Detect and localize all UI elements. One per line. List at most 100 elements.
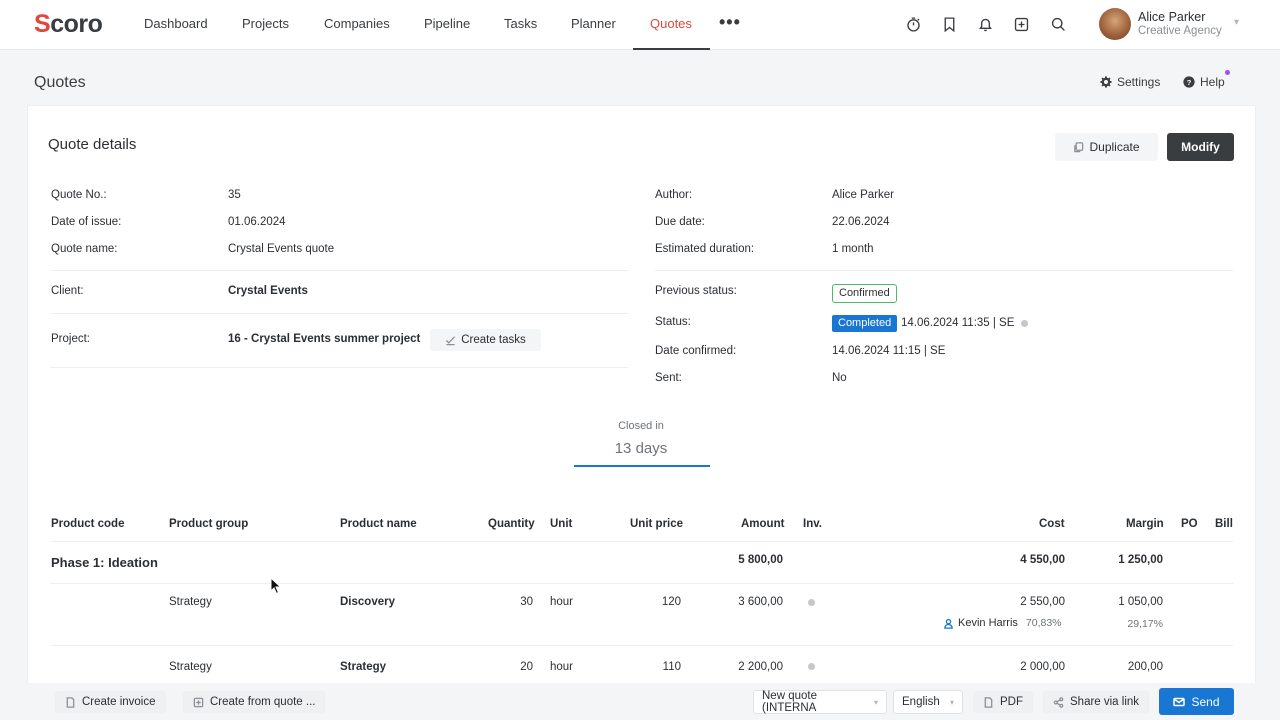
- duplicate-button[interactable]: Duplicate: [1055, 133, 1158, 161]
- nav-planner[interactable]: Planner: [571, 16, 616, 31]
- client-link[interactable]: Crystal Events: [228, 285, 308, 297]
- divider: [51, 367, 628, 368]
- bookmark-icon[interactable]: [939, 14, 959, 34]
- settings-link[interactable]: Settings: [1100, 75, 1160, 89]
- share-label: Share via link: [1070, 696, 1140, 708]
- due-date-label: Due date:: [655, 216, 705, 228]
- nav-quotes[interactable]: Quotes: [650, 16, 692, 31]
- quote-no-label: Quote No.:: [51, 189, 107, 201]
- template-select[interactable]: New quote (INTERNA ▾: [753, 690, 887, 714]
- previous-status-label: Previous status:: [655, 285, 737, 297]
- card-title: Quote details: [48, 136, 137, 153]
- row-cost: 2 000,00: [1020, 661, 1065, 673]
- col-bill: Bill: [1215, 518, 1233, 530]
- phase-amount: 5 800,00: [738, 554, 783, 566]
- timer-icon[interactable]: [903, 14, 923, 34]
- client-label: Client:: [51, 285, 84, 297]
- tasks-icon: [446, 335, 456, 345]
- invoice-icon: [66, 696, 75, 708]
- row-quantity: 20: [520, 661, 533, 673]
- share-icon: [1053, 696, 1064, 708]
- create-invoice-button[interactable]: Create invoice: [55, 691, 166, 713]
- phase-cost: 4 550,00: [1020, 554, 1065, 566]
- copy-icon: [1074, 141, 1084, 152]
- language-value: English: [902, 696, 940, 708]
- divider: [51, 270, 628, 271]
- quote-name-value: Crystal Events quote: [228, 243, 335, 255]
- status-meta: 14.06.2024 11:35 | SE: [901, 317, 1015, 329]
- nav-dashboard[interactable]: Dashboard: [144, 16, 208, 31]
- margin-percent: 29,17%: [1127, 618, 1163, 630]
- divider: [51, 313, 628, 314]
- row-unit: hour: [550, 596, 574, 608]
- status-info-dot[interactable]: [1021, 320, 1028, 327]
- top-navigation: Scoro Dashboard Projects Companies Pipel…: [0, 0, 1280, 50]
- avatar[interactable]: [1099, 8, 1131, 40]
- chevron-down-icon: ▾: [949, 697, 954, 707]
- template-value: New quote (INTERNA: [762, 690, 817, 714]
- closed-in-label: Closed in: [618, 420, 664, 432]
- chevron-down-icon[interactable]: ▾: [1234, 17, 1239, 28]
- col-po: PO: [1181, 518, 1198, 530]
- row-unit-price: 120: [661, 596, 681, 608]
- duration-value: 1 month: [832, 243, 874, 255]
- duration-label: Estimated duration:: [655, 243, 755, 255]
- row-product-group: Strategy: [169, 661, 212, 673]
- author-value: Alice Parker: [832, 189, 894, 201]
- row-unit-price: 110: [662, 661, 681, 673]
- row-margin: 200,00: [1127, 661, 1163, 673]
- row-product-group: Strategy: [169, 596, 212, 608]
- modify-button[interactable]: Modify: [1167, 133, 1234, 161]
- create-tasks-button[interactable]: Create tasks: [430, 329, 541, 351]
- sent-value: No: [832, 372, 847, 384]
- row-invoiced-indicator: [808, 599, 815, 606]
- duplicate-label: Duplicate: [1089, 140, 1140, 154]
- add-icon[interactable]: [1011, 14, 1031, 34]
- language-select[interactable]: English ▾: [893, 690, 963, 714]
- quote-no-value: 35: [228, 189, 241, 201]
- col-unit-price: Unit price: [630, 518, 684, 530]
- col-product-name: Product name: [340, 518, 417, 530]
- issue-date-label: Date of issue:: [51, 216, 122, 228]
- row-invoiced-indicator: [808, 663, 815, 670]
- create-from-quote-button[interactable]: Create from quote ...: [183, 691, 326, 713]
- row-product-name: Strategy: [340, 661, 387, 673]
- send-button[interactable]: Send: [1159, 688, 1234, 715]
- col-cost: Cost: [1039, 518, 1065, 530]
- settings-label: Settings: [1117, 75, 1161, 89]
- add-icon: [193, 697, 204, 707]
- col-product-group: Product group: [169, 518, 249, 530]
- closed-in-value: 13 days: [614, 440, 668, 457]
- pdf-icon: [984, 696, 993, 708]
- closed-in-bar: [574, 465, 710, 467]
- divider: [655, 270, 1233, 271]
- author-label: Author:: [655, 189, 693, 201]
- user-name[interactable]: Alice Parker: [1138, 10, 1205, 24]
- nav-projects[interactable]: Projects: [242, 16, 289, 31]
- status-badge[interactable]: Completed: [832, 315, 898, 332]
- nav-active-indicator: [633, 48, 710, 50]
- table-header-divider: [51, 541, 1233, 542]
- notification-dot: [1225, 70, 1230, 75]
- bell-icon[interactable]: [975, 14, 995, 34]
- gear-icon: [1100, 76, 1112, 88]
- help-link[interactable]: ? Help: [1183, 75, 1225, 89]
- search-icon[interactable]: [1048, 14, 1068, 34]
- col-margin: Margin: [1126, 518, 1164, 530]
- previous-status-badge: Confirmed: [832, 284, 897, 303]
- nav-tasks[interactable]: Tasks: [504, 16, 537, 31]
- project-link[interactable]: 16 - Crystal Events summer project: [228, 333, 420, 345]
- user-icon: [944, 618, 953, 629]
- col-inv: Inv.: [803, 518, 822, 530]
- row-cost: 2 550,00: [1020, 596, 1065, 608]
- more-menu-icon[interactable]: •••: [719, 12, 741, 33]
- scoro-logo[interactable]: Scoro: [34, 10, 103, 39]
- share-via-link-button[interactable]: Share via link: [1043, 691, 1150, 713]
- nav-companies[interactable]: Companies: [324, 16, 390, 31]
- sent-label: Sent:: [655, 372, 682, 384]
- nav-pipeline[interactable]: Pipeline: [424, 16, 470, 31]
- send-label: Send: [1191, 694, 1220, 709]
- pdf-button[interactable]: PDF: [973, 691, 1033, 713]
- quote-name-label: Quote name:: [51, 243, 118, 255]
- assigned-person[interactable]: Kevin Harris 70,83%: [943, 617, 1062, 629]
